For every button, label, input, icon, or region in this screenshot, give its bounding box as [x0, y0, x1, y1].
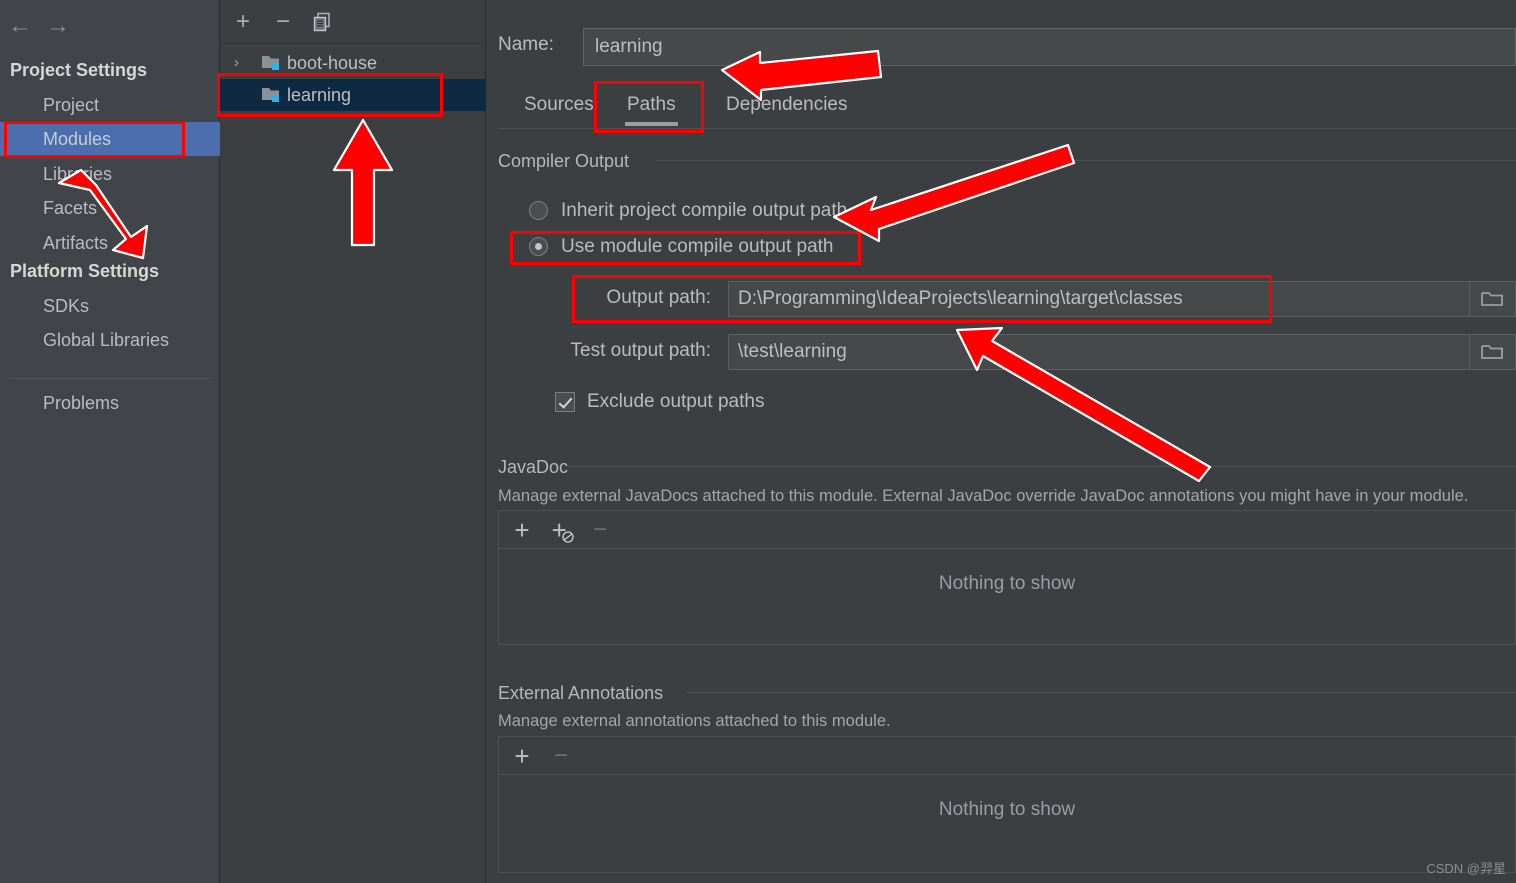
compiler-output-group-header: Compiler Output: [498, 151, 1516, 180]
sidebar-item-problems[interactable]: Problems: [0, 386, 220, 420]
chevron-right-icon[interactable]: ›: [234, 47, 250, 79]
sidebar-item-artifacts[interactable]: Artifacts: [0, 226, 220, 260]
module-name-input[interactable]: [583, 28, 1516, 66]
external-annotations-list: + − Nothing to show: [498, 736, 1516, 873]
tab-dependencies[interactable]: Dependencies: [710, 86, 863, 129]
sidebar-item-label: Global Libraries: [43, 330, 170, 350]
module-tree-toolbar: + −: [220, 0, 486, 44]
test-output-path-row: Test output path:: [547, 334, 1516, 370]
sidebar-item-libraries[interactable]: Libraries: [0, 157, 220, 191]
tab-label: Paths: [627, 94, 676, 115]
arrow-left-icon[interactable]: ←: [2, 12, 38, 42]
sidebar-item-label: Facets: [43, 198, 98, 218]
tree-row-learning[interactable]: learning: [220, 79, 486, 111]
radio-label: Inherit project compile output path: [561, 200, 848, 221]
plus-icon: +: [235, 8, 251, 35]
external-annotations-empty-message: Nothing to show: [938, 799, 1076, 820]
sidebar-item-label: Project: [43, 95, 100, 115]
sidebar-nav-arrows: ← →: [0, 12, 220, 46]
copy-icon: [313, 12, 330, 32]
arrow-right-icon[interactable]: →: [40, 12, 76, 42]
external-annotations-description: Manage external annotations attached to …: [498, 712, 891, 730]
remove-javadoc-button[interactable]: −: [585, 515, 615, 545]
group-divider: [656, 160, 1516, 161]
sidebar-item-label: Libraries: [43, 164, 113, 184]
plus-icon: +: [514, 741, 530, 771]
remove-annotation-button[interactable]: −: [546, 741, 576, 771]
external-annotations-group-header: External Annotations: [498, 683, 1516, 712]
sidebar-item-modules[interactable]: Modules: [0, 122, 220, 156]
sidebar-item-sdks[interactable]: SDKs: [0, 289, 220, 323]
group-title: External Annotations: [498, 683, 673, 704]
globe-icon: [562, 531, 574, 543]
tree-row-label: learning: [287, 85, 352, 105]
sidebar-item-label: Artifacts: [43, 233, 109, 253]
javadoc-description: Manage external JavaDocs attached to thi…: [498, 487, 1469, 505]
checkbox-checked-icon: [555, 392, 575, 412]
tree-row-label: boot-house: [287, 53, 378, 73]
sidebar-item-label: Modules: [43, 129, 112, 149]
checkbox-label: Exclude output paths: [587, 391, 765, 412]
module-folder-icon: [262, 88, 279, 102]
test-output-path-input[interactable]: [728, 334, 1470, 370]
add-javadoc-button[interactable]: +: [507, 515, 537, 545]
module-folder-icon: [262, 56, 279, 70]
sidebar-group-platform-settings: Platform Settings: [10, 261, 160, 281]
group-divider: [686, 692, 1516, 693]
minus-icon: −: [553, 742, 569, 769]
minus-icon: −: [275, 8, 291, 35]
copy-module-button[interactable]: [308, 7, 338, 37]
module-detail-panel: Name: Sources Paths Dependencies Compile…: [487, 0, 1516, 883]
add-module-button[interactable]: +: [228, 7, 258, 37]
output-path-row: Output path:: [547, 281, 1516, 317]
sidebar-item-label: SDKs: [43, 296, 90, 316]
module-name-label: Name:: [498, 34, 554, 55]
radio-icon: [529, 201, 548, 220]
module-tree-panel: + − › boot-house learning: [220, 0, 486, 883]
sidebar-item-facets[interactable]: Facets: [0, 191, 220, 225]
radio-selected-icon: [529, 237, 548, 256]
external-annotations-list-toolbar: + −: [499, 737, 1515, 775]
sidebar-group-project-settings: Project Settings: [10, 60, 148, 80]
module-tabs: Sources Paths Dependencies: [498, 86, 1516, 129]
javadoc-group-header: JavaDoc: [498, 457, 1516, 486]
sidebar-item-global-libraries[interactable]: Global Libraries: [0, 323, 220, 357]
remove-module-button[interactable]: −: [268, 7, 298, 37]
group-divider: [568, 466, 1516, 467]
module-name-row: Name:: [498, 28, 1516, 66]
folder-icon: [1481, 292, 1503, 306]
tab-label: Dependencies: [726, 94, 848, 115]
watermark: CSDN @羿星: [1426, 861, 1506, 876]
folder-icon: [1481, 345, 1503, 359]
sidebar-divider: [10, 378, 210, 379]
tab-label: Sources: [524, 94, 594, 115]
test-output-path-label: Test output path:: [570, 340, 712, 361]
output-path-label: Output path:: [606, 287, 711, 308]
output-path-browse-button[interactable]: [1470, 281, 1516, 317]
plus-icon: +: [514, 515, 530, 545]
sidebar-item-project[interactable]: Project: [0, 88, 220, 122]
javadoc-list: + + − Nothing to show: [498, 510, 1516, 645]
add-javadoc-url-button[interactable]: +: [546, 515, 576, 545]
settings-dialog: ← → Project Settings Project Modules Lib…: [0, 0, 1516, 883]
output-path-input[interactable]: [728, 281, 1470, 317]
add-annotation-button[interactable]: +: [507, 741, 537, 771]
settings-sidebar: ← → Project Settings Project Modules Lib…: [0, 0, 220, 883]
javadoc-list-toolbar: + + −: [499, 511, 1515, 549]
group-title: JavaDoc: [498, 457, 578, 478]
sidebar-item-label: Problems: [43, 393, 120, 413]
tree-row-boot-house[interactable]: › boot-house: [220, 47, 486, 79]
minus-icon: −: [592, 516, 608, 543]
radio-label: Use module compile output path: [561, 236, 834, 257]
tab-paths[interactable]: Paths: [611, 86, 692, 129]
javadoc-empty-message: Nothing to show: [938, 573, 1076, 594]
test-output-path-browse-button[interactable]: [1470, 334, 1516, 370]
group-title: Compiler Output: [498, 151, 639, 172]
tab-sources[interactable]: Sources: [508, 86, 610, 129]
